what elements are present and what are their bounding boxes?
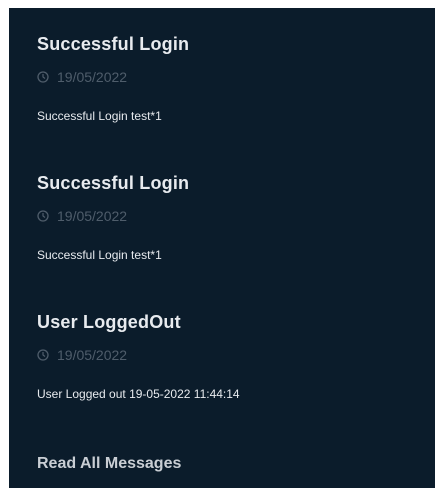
notification-date-row: 19/05/2022: [37, 347, 427, 363]
notifications-panel: Successful Login 19/05/2022 Successful L…: [9, 8, 435, 488]
notification-date: 19/05/2022: [57, 208, 128, 224]
clock-icon: [37, 349, 49, 361]
read-all-messages-link[interactable]: Read All Messages: [37, 455, 181, 473]
notification-item[interactable]: Successful Login 19/05/2022 Successful L…: [37, 173, 427, 262]
notification-item[interactable]: Successful Login 19/05/2022 Successful L…: [37, 34, 427, 123]
notification-date-row: 19/05/2022: [37, 208, 427, 224]
notification-title: User LoggedOut: [37, 312, 181, 332]
notification-date: 19/05/2022: [57, 69, 128, 85]
notification-title: Successful Login: [37, 34, 190, 54]
notification-date: 19/05/2022: [57, 347, 128, 363]
notification-message: Successful Login test*1: [37, 109, 162, 123]
panel-top-edge: [9, 8, 435, 14]
clock-icon: [37, 210, 49, 222]
notification-message: User Logged out 19-05-2022 11:44:14: [37, 387, 240, 401]
notification-date-row: 19/05/2022: [37, 69, 427, 85]
notification-message: Successful Login test*1: [37, 248, 162, 262]
notification-item[interactable]: User LoggedOut 19/05/2022 User Logged ou…: [37, 312, 427, 401]
notification-title: Successful Login: [37, 173, 190, 193]
clock-icon: [37, 71, 49, 83]
